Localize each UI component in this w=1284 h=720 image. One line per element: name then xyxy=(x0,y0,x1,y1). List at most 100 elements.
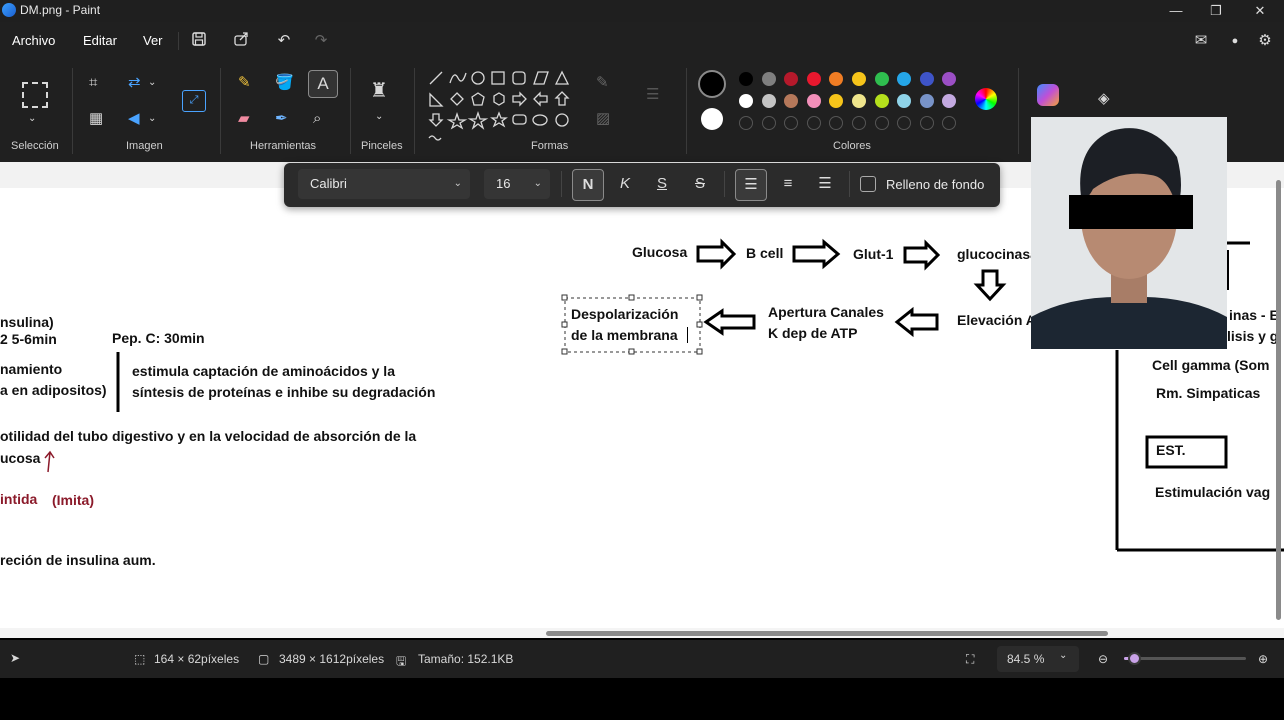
note-cell-gamma: Cell gamma (Som xyxy=(1152,357,1270,373)
fill-bucket-icon[interactable]: 🪣 xyxy=(275,74,294,92)
feedback-icon[interactable]: ✉ xyxy=(1191,31,1211,51)
color-swatch[interactable] xyxy=(852,94,866,108)
color-swatch[interactable] xyxy=(829,94,844,108)
fit-to-window-icon[interactable]: ⛶ xyxy=(966,652,974,667)
color-swatch[interactable] xyxy=(739,72,753,86)
note-est: EST. xyxy=(1156,442,1186,458)
color-swatch[interactable] xyxy=(852,72,866,86)
eraser-icon[interactable]: ▰ xyxy=(238,110,250,128)
settings-gear-icon[interactable]: ⚙ xyxy=(1255,31,1275,51)
brush-icon[interactable]: ♜ xyxy=(370,81,388,101)
note-pepc: Pep. C: 30min xyxy=(112,330,205,346)
empty-color-slot[interactable] xyxy=(874,116,889,130)
chevron-down-icon[interactable]: ⌄ xyxy=(148,110,156,128)
empty-color-slot[interactable] xyxy=(761,116,776,130)
zoom-select[interactable]: 84.5 % ⌄ xyxy=(997,646,1079,672)
color-swatch[interactable] xyxy=(829,72,844,86)
up-arrow-icon xyxy=(44,450,55,473)
arrow-right xyxy=(696,238,737,270)
shapes-gallery[interactable] xyxy=(426,68,576,142)
color-swatch[interactable] xyxy=(942,94,957,108)
chevron-down-icon[interactable]: ⌄ xyxy=(28,110,36,128)
fill-icon[interactable]: ▨ xyxy=(596,110,610,128)
chevron-down-icon[interactable]: ⌄ xyxy=(375,108,383,126)
arrow-left xyxy=(703,308,756,336)
layers-icon[interactable]: ◈ xyxy=(1098,90,1110,108)
text-cursor xyxy=(687,327,688,343)
color-swatch[interactable] xyxy=(874,72,889,86)
text-tool-icon[interactable]: A xyxy=(308,70,338,98)
empty-color-slot[interactable] xyxy=(829,116,844,130)
color-swatch[interactable] xyxy=(942,72,957,86)
file-size-icon: 🖫 xyxy=(396,654,407,668)
color-swatch[interactable] xyxy=(806,94,821,108)
rotate-icon[interactable]: ◀ xyxy=(128,110,140,128)
color-swatch[interactable] xyxy=(919,94,934,108)
empty-color-slot[interactable] xyxy=(852,116,866,130)
redo-icon[interactable]: ↷ xyxy=(311,31,331,51)
empty-color-slot[interactable] xyxy=(897,116,912,130)
color-swatch[interactable] xyxy=(761,94,776,108)
primary-color-swatch[interactable] xyxy=(698,70,726,98)
group-label-colores: Colores xyxy=(833,140,871,152)
note-estimulacion: Estimulación vag xyxy=(1155,484,1271,500)
undo-icon[interactable]: ↶ xyxy=(274,31,294,51)
select-all-icon[interactable]: ▦ xyxy=(89,110,103,128)
empty-color-slot[interactable] xyxy=(942,116,957,130)
chevron-down-icon[interactable]: ⌄ xyxy=(148,74,156,92)
arrow-left xyxy=(894,306,939,338)
flow-glucocinasa: glucocinasa xyxy=(957,246,1038,262)
pencil-icon[interactable]: ✎ xyxy=(238,74,251,92)
empty-color-slot[interactable] xyxy=(739,116,753,130)
menu-ver[interactable]: Ver xyxy=(143,33,163,48)
resize-icon[interactable]: ⇄ xyxy=(128,74,141,92)
magnifier-icon[interactable]: ⌕ xyxy=(313,110,321,128)
color-swatch[interactable] xyxy=(897,72,912,86)
share-icon[interactable] xyxy=(231,31,251,51)
zoom-slider-track[interactable] xyxy=(1124,657,1246,660)
horizontal-scroll-thumb[interactable] xyxy=(546,631,1108,636)
zoom-in-icon[interactable]: ⊕ xyxy=(1258,652,1268,666)
secondary-color-swatch[interactable] xyxy=(701,108,723,130)
color-picker-icon[interactable]: ✒ xyxy=(275,110,288,128)
note-estimula-line1: estimula captación de aminoácidos y la xyxy=(132,363,395,379)
color-swatch[interactable] xyxy=(784,72,799,86)
vertical-scroll-thumb[interactable] xyxy=(1276,180,1281,620)
close-icon[interactable]: ✕ xyxy=(1250,2,1270,20)
crop-icon[interactable]: ⌗ xyxy=(89,74,97,92)
color-swatch[interactable] xyxy=(739,94,753,108)
save-icon[interactable] xyxy=(189,31,209,51)
window-title: DM.png - Paint xyxy=(20,3,101,17)
maximize-icon[interactable]: ❐ xyxy=(1206,2,1226,20)
image-background-icon[interactable]: ⤢ xyxy=(182,90,206,112)
webcam-person-image xyxy=(1031,117,1227,349)
pointer-icon: ➤ xyxy=(10,651,21,665)
empty-color-slot[interactable] xyxy=(806,116,821,130)
zoom-out-icon[interactable]: ⊖ xyxy=(1098,652,1108,666)
bottom-black-band xyxy=(0,678,1284,720)
menu-archivo[interactable]: Archivo xyxy=(12,33,55,48)
edit-colors-icon[interactable] xyxy=(975,88,997,110)
account-icon[interactable]: ● xyxy=(1225,31,1245,51)
size-icon[interactable]: ☰ xyxy=(646,86,659,104)
color-swatch[interactable] xyxy=(919,72,934,86)
color-swatch[interactable] xyxy=(761,72,776,86)
copilot-icon[interactable] xyxy=(1037,84,1059,106)
ribbon-divider xyxy=(220,68,221,154)
ribbon-divider xyxy=(350,68,351,154)
color-swatch[interactable] xyxy=(897,94,912,108)
flow-glut1: Glut-1 xyxy=(853,246,894,262)
empty-color-slot[interactable] xyxy=(919,116,934,130)
zoom-slider-thumb[interactable] xyxy=(1127,652,1141,665)
selection-rect-icon[interactable] xyxy=(22,82,48,108)
color-swatch[interactable] xyxy=(806,72,821,86)
empty-color-slot[interactable] xyxy=(784,116,799,130)
group-label-imagen: Imagen xyxy=(126,140,163,152)
menu-editar[interactable]: Editar xyxy=(83,33,117,48)
outline-icon[interactable]: ✎ xyxy=(596,74,609,92)
color-swatch[interactable] xyxy=(874,94,889,108)
note-rm-simpaticas: Rm. Simpaticas xyxy=(1156,385,1261,401)
minimize-icon[interactable]: — xyxy=(1166,2,1186,20)
color-swatch[interactable] xyxy=(784,94,799,108)
menu-bar: Archivo Editar Ver ↶ ↷ ✉ ● ⚙ xyxy=(0,22,1284,60)
